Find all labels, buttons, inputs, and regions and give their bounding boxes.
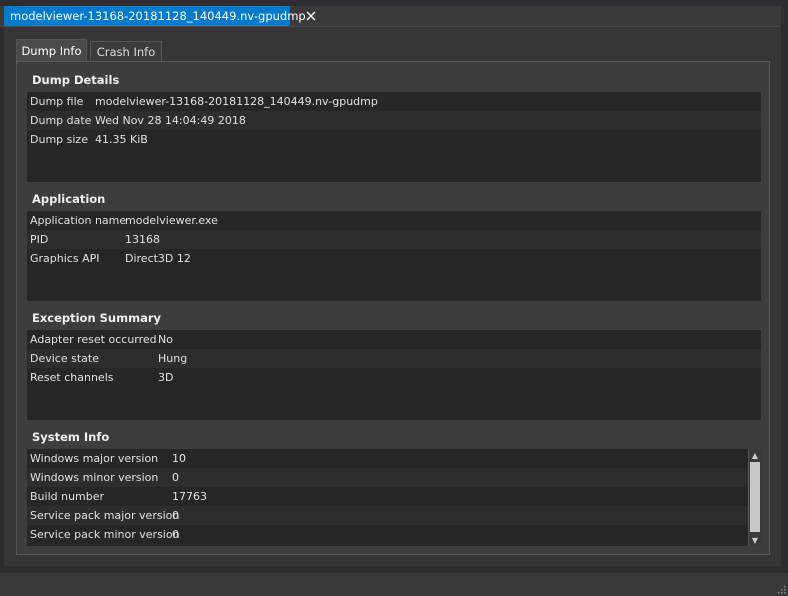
row-value: Hung [158,352,188,365]
tab-crash-info[interactable]: Crash Info [90,41,162,61]
row-label: Dump file [30,95,84,108]
row-label: Build number [30,490,105,503]
table-row[interactable]: Graphics API Direct3D 12 [27,249,761,268]
table-row[interactable]: Service pack minor version 0 [27,525,761,544]
table-row[interactable]: Dump size 41.35 KiB [27,130,761,149]
tab-label: Crash Info [96,44,156,59]
scroll-up-icon[interactable]: ▲ [749,449,761,461]
document-content: Dump Info Crash Info Dump Details Dump f… [4,27,781,566]
row-value: 0 [172,528,179,541]
exception-summary-table: Adapter reset occurred No Device state H… [27,330,761,420]
row-value: Wed Nov 28 14:04:49 2018 [95,114,246,127]
row-label: Windows minor version [30,471,159,484]
row-value: 3D [158,371,174,384]
document-tab[interactable]: modelviewer-13168-20181128_140449.nv-gpu… [4,6,316,26]
resize-grip-icon[interactable] [776,584,786,594]
row-label: PID [30,233,49,246]
application-table: Application name modelviewer.exe PID 131… [27,211,761,301]
table-row[interactable]: Adapter reset occurred No [27,330,761,349]
dump-details-group: Dump Details Dump file modelviewer-13168… [27,67,761,182]
row-label: Windows major version [30,452,159,465]
table-row[interactable]: Service pack major version 0 [27,506,761,525]
scroll-thumb[interactable] [750,462,760,532]
row-label: Graphics API [30,252,100,265]
table-row[interactable]: Application name modelviewer.exe [27,211,761,230]
system-info-group: System Info Windows major version 10 Win… [27,424,761,546]
vertical-scrollbar[interactable]: ▲ ▼ [748,449,761,546]
table-row[interactable]: Device state Hung [27,349,761,368]
tab-label: Dump Info [21,44,82,58]
row-value: modelviewer-13168-20181128_140449.nv-gpu… [95,95,378,108]
row-value: 0 [172,509,179,522]
dump-details-table: Dump file modelviewer-13168-20181128_140… [27,92,761,182]
row-value: 10 [172,452,186,465]
row-label: Dump size [30,133,88,146]
row-value: 17763 [172,490,207,503]
application-group: Application Application name modelviewer… [27,186,761,301]
table-row[interactable]: Build number 17763 [27,487,761,506]
close-icon[interactable] [306,8,316,24]
tab-dump-info[interactable]: Dump Info [16,39,87,62]
row-label: Dump date [30,114,92,127]
group-title: Application [32,191,106,206]
row-value: 0 [172,471,179,484]
row-value: modelviewer.exe [125,214,218,227]
document-tab-title: modelviewer-13168-20181128_140449.nv-gpu… [10,9,306,23]
row-value: No [158,333,173,346]
status-bar [0,573,788,596]
dump-info-panel: Dump Details Dump file modelviewer-13168… [16,61,770,555]
table-row[interactable]: Windows major version 10 [27,449,761,468]
table-row[interactable]: Dump date Wed Nov 28 14:04:49 2018 [27,111,761,130]
scroll-down-icon[interactable]: ▼ [749,534,761,546]
row-label: Application name [30,214,127,227]
group-title: Exception Summary [32,310,162,325]
exception-summary-group: Exception Summary Adapter reset occurred… [27,305,761,420]
group-title: Dump Details [32,72,120,87]
table-row[interactable]: PID 13168 [27,230,761,249]
group-title: System Info [32,429,110,444]
document-tab-bar: modelviewer-13168-20181128_140449.nv-gpu… [0,6,781,27]
row-value: 13168 [125,233,160,246]
row-label: Adapter reset occurred [30,333,157,346]
row-label: Device state [30,352,99,365]
table-row[interactable]: Reset channels 3D [27,368,761,387]
row-label: Reset channels [30,371,114,384]
row-label: Service pack minor version [30,528,180,541]
row-value: Direct3D 12 [125,252,191,265]
row-value: 41.35 KiB [95,133,148,146]
system-info-table: Windows major version 10 Windows minor v… [27,449,761,546]
row-label: Service pack major version [30,509,180,522]
table-row[interactable]: Dump file modelviewer-13168-20181128_140… [27,92,761,111]
table-row[interactable]: Windows minor version 0 [27,468,761,487]
